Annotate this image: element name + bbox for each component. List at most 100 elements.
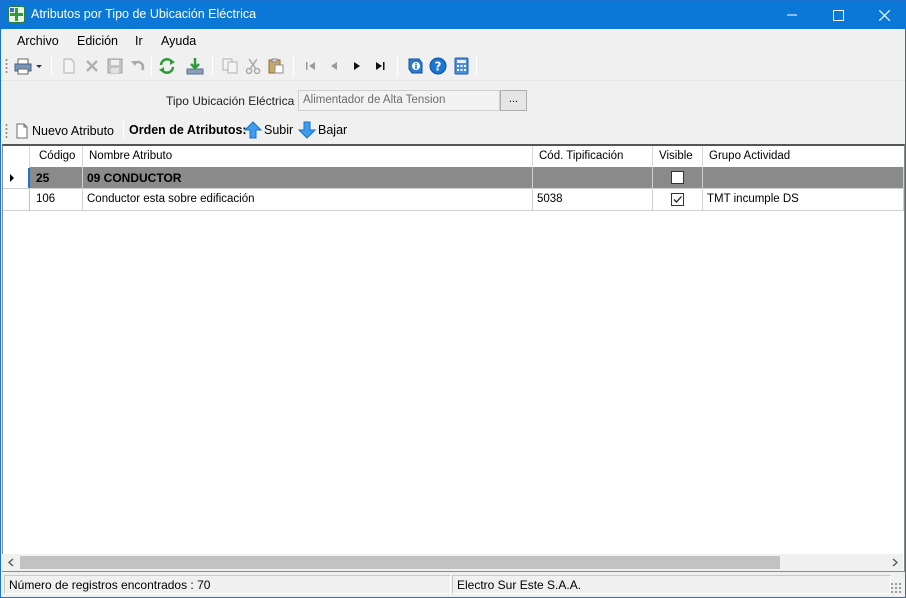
chevron-right-icon xyxy=(892,558,898,567)
previous-record-button[interactable] xyxy=(324,56,344,76)
calculator-icon xyxy=(454,57,469,75)
toolbar-grip[interactable] xyxy=(5,58,8,75)
calculator-button[interactable] xyxy=(452,56,472,76)
window-title: Atributos por Tipo de Ubicación Eléctric… xyxy=(31,7,257,21)
cut-button[interactable] xyxy=(243,56,263,76)
paste-icon xyxy=(268,58,284,74)
save-icon xyxy=(107,58,123,74)
delete-icon xyxy=(86,60,98,72)
arrow-down-icon xyxy=(298,121,316,139)
refresh-icon xyxy=(159,58,175,74)
copy-button[interactable] xyxy=(220,56,240,76)
title-bar: Atributos por Tipo de Ubicación Eléctric… xyxy=(1,1,905,29)
previous-record-icon xyxy=(331,62,337,70)
new-attribute-button[interactable]: Nuevo Atributo xyxy=(14,123,114,139)
close-button[interactable] xyxy=(861,1,906,29)
help-icon: ? xyxy=(429,57,447,75)
row-selector[interactable] xyxy=(3,189,30,211)
menu-ayuda[interactable]: Ayuda xyxy=(161,34,196,48)
cell-grupo-actividad[interactable]: TMT incumple DS xyxy=(703,189,904,211)
last-record-button[interactable] xyxy=(370,56,390,76)
menu-archivo[interactable]: Archivo xyxy=(17,34,59,48)
records-count: Número de registros encontrados : 70 xyxy=(4,575,451,594)
cell-nombre-atributo[interactable]: 09 CONDUCTOR xyxy=(83,167,533,189)
scrollbar-thumb[interactable] xyxy=(20,556,780,569)
maximize-button[interactable] xyxy=(815,1,861,29)
cell-nombre-atributo[interactable]: Conductor esta sobre edificación xyxy=(83,189,533,211)
close-icon xyxy=(878,9,890,21)
scroll-right-button[interactable] xyxy=(886,554,903,571)
last-record-icon xyxy=(376,62,385,70)
cell-visible[interactable] xyxy=(653,167,703,189)
browse-button[interactable]: ... xyxy=(500,90,527,111)
save-button[interactable] xyxy=(105,56,125,76)
maximize-icon xyxy=(832,9,844,21)
attribute-toolbar-grip[interactable] xyxy=(5,123,8,140)
cell-cod-tipificacion[interactable]: 5038 xyxy=(533,189,653,211)
cell-grupo-actividad[interactable] xyxy=(703,167,904,189)
header-cod-tipificacion[interactable]: Cód. Tipificación xyxy=(533,146,653,167)
row-selector[interactable] xyxy=(3,167,30,189)
filter-panel: Tipo Ubicación Eléctrica : Alimentador d… xyxy=(1,80,905,118)
current-row-icon xyxy=(10,168,30,188)
paste-button[interactable] xyxy=(266,56,286,76)
header-selector xyxy=(3,146,30,167)
new-attribute-icon xyxy=(16,123,28,139)
minimize-icon xyxy=(787,14,797,16)
cut-icon xyxy=(245,58,261,74)
resize-grip[interactable] xyxy=(890,582,902,594)
checkmark-icon xyxy=(673,196,682,203)
download-button[interactable] xyxy=(185,56,205,76)
first-record-icon xyxy=(306,62,315,70)
company-name: Electro Sur Este S.A.A. xyxy=(452,575,891,594)
header-visible[interactable]: Visible xyxy=(653,146,703,167)
table-row[interactable]: 106 Conductor esta sobre edificación 503… xyxy=(3,189,904,211)
visible-checkbox[interactable] xyxy=(671,171,684,184)
cell-cod-tipificacion[interactable] xyxy=(533,167,653,189)
move-up-button[interactable]: Subir xyxy=(244,121,293,139)
main-toolbar: ? xyxy=(1,53,905,80)
tipo-ubicacion-label: Tipo Ubicación Eléctrica : xyxy=(166,94,301,108)
delete-button[interactable] xyxy=(82,56,102,76)
info-button[interactable] xyxy=(405,56,425,76)
next-record-icon xyxy=(354,62,360,70)
move-down-label: Bajar xyxy=(318,123,348,137)
grid-header: Código Nombre Atributo Cód. Tipificación… xyxy=(3,146,904,167)
move-down-button[interactable]: Bajar xyxy=(298,121,347,139)
table-row-group[interactable]: 25 09 CONDUCTOR xyxy=(3,167,904,189)
visible-checkbox[interactable] xyxy=(671,193,684,206)
attributes-grid[interactable]: Código Nombre Atributo Cód. Tipificación… xyxy=(2,144,905,572)
help-button[interactable]: ? xyxy=(428,56,448,76)
next-record-button[interactable] xyxy=(347,56,367,76)
download-icon xyxy=(186,58,204,75)
cell-codigo[interactable]: 25 xyxy=(30,167,83,189)
minimize-button[interactable] xyxy=(769,1,815,29)
app-icon xyxy=(8,6,25,23)
cell-codigo[interactable]: 106 xyxy=(30,189,83,211)
header-codigo[interactable]: Código xyxy=(30,146,83,167)
order-label: Orden de Atributos: xyxy=(129,123,247,137)
header-grupo-actividad[interactable]: Grupo Actividad xyxy=(703,146,904,167)
chevron-left-icon xyxy=(7,558,13,567)
first-record-button[interactable] xyxy=(301,56,321,76)
print-icon xyxy=(14,58,42,75)
move-up-label: Subir xyxy=(264,123,294,137)
menu-edicion[interactable]: Edición xyxy=(77,34,118,48)
undo-button[interactable] xyxy=(128,56,148,76)
new-attribute-label: Nuevo Atributo xyxy=(32,124,114,138)
attribute-toolbar: Nuevo Atributo Orden de Atributos: Subir… xyxy=(1,118,905,144)
copy-icon xyxy=(222,58,238,74)
menu-ir[interactable]: Ir xyxy=(135,34,143,48)
refresh-button[interactable] xyxy=(157,56,177,76)
new-button[interactable] xyxy=(59,56,79,76)
info-book-icon xyxy=(408,58,423,74)
scroll-left-button[interactable] xyxy=(2,554,19,571)
print-button[interactable] xyxy=(13,56,45,76)
cell-visible[interactable] xyxy=(653,189,703,211)
tipo-ubicacion-field[interactable]: Alimentador de Alta Tension xyxy=(298,90,500,111)
header-nombre-atributo[interactable]: Nombre Atributo xyxy=(83,146,533,167)
horizontal-scrollbar[interactable] xyxy=(2,554,903,571)
menu-bar: Archivo Edición Ir Ayuda xyxy=(1,29,905,53)
arrow-up-icon xyxy=(244,121,262,139)
undo-icon xyxy=(131,60,145,71)
